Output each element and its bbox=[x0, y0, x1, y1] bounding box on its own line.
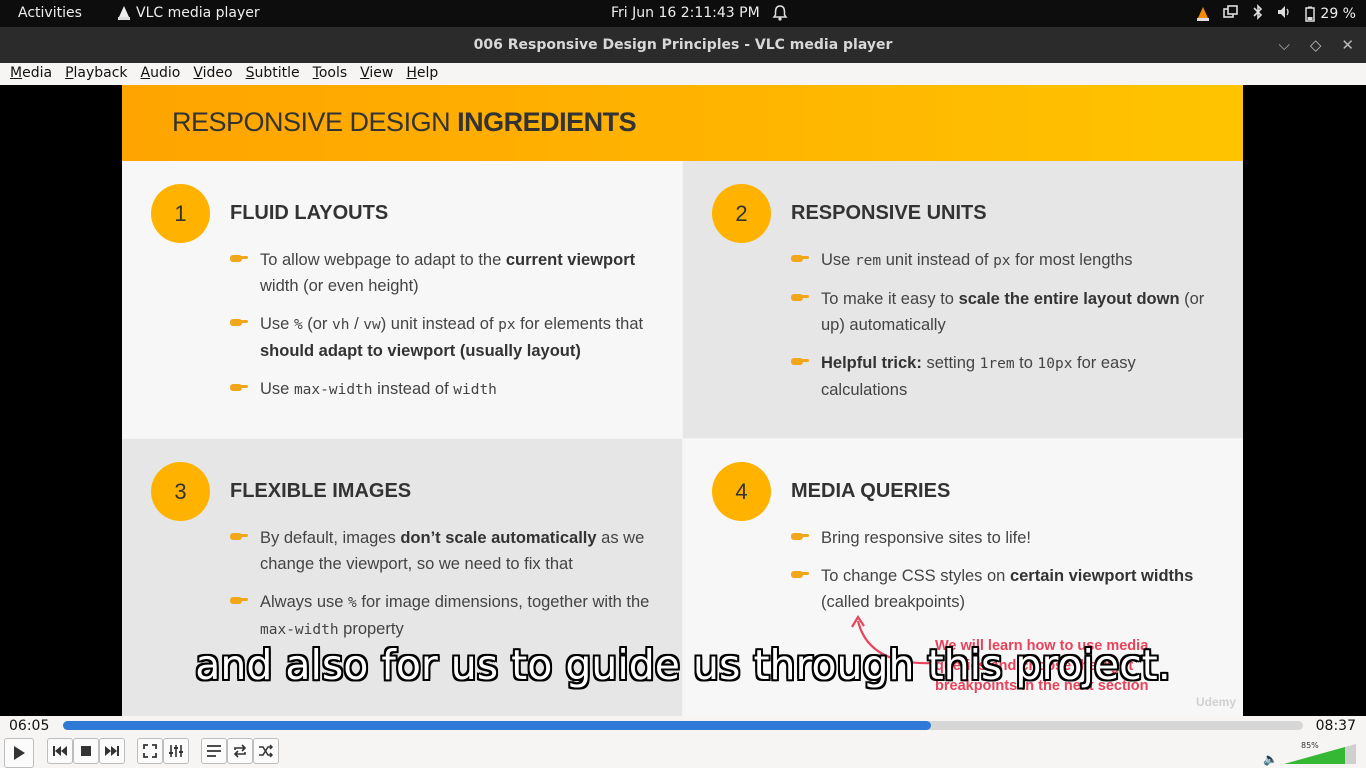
bullet-list: Use rem unit instead of px for most leng… bbox=[791, 247, 1211, 415]
network-icon bbox=[1223, 5, 1239, 23]
slide-header: RESPONSIVE DESIGN INGREDIENTS bbox=[122, 85, 1243, 161]
pointing-hand-icon bbox=[230, 253, 248, 263]
window-title-bar[interactable]: 006 Responsive Design Principles - VLC m… bbox=[0, 27, 1366, 63]
volume-slider[interactable]: 85% bbox=[1266, 740, 1356, 766]
minimize-icon[interactable]: ⌵ bbox=[1279, 36, 1290, 54]
previous-button[interactable] bbox=[47, 738, 73, 764]
list-item: Helpful trick: setting 1rem to 10px for … bbox=[791, 350, 1211, 403]
previous-icon bbox=[53, 746, 67, 756]
quadrant-title: RESPONSIVE UNITS bbox=[791, 202, 987, 224]
quadrant-fluid-layouts: 1 FLUID LAYOUTS To allow webpage to adap… bbox=[122, 161, 682, 438]
pointing-hand-icon bbox=[230, 317, 248, 327]
pointing-hand-icon bbox=[791, 531, 809, 541]
pointing-hand-icon bbox=[230, 382, 248, 392]
bullet-list: Bring responsive sites to life! To chang… bbox=[791, 525, 1211, 627]
pointing-hand-icon bbox=[230, 531, 248, 541]
list-item: Bring responsive sites to life! bbox=[791, 525, 1211, 551]
subtitle-text: and also for us to guide us through this… bbox=[195, 641, 1171, 689]
bullet-list: By default, images don’t scale automatic… bbox=[230, 525, 650, 655]
seek-bar[interactable] bbox=[63, 721, 1303, 730]
video-area[interactable]: RESPONSIVE DESIGN INGREDIENTS 1 FLUID LA… bbox=[0, 85, 1366, 716]
maximize-icon[interactable]: ◇ bbox=[1310, 36, 1322, 54]
menu-view[interactable]: View bbox=[360, 63, 393, 85]
menu-help[interactable]: Help bbox=[406, 63, 438, 85]
shuffle-icon bbox=[259, 744, 274, 758]
quadrant-title: FLUID LAYOUTS bbox=[230, 202, 389, 224]
stop-button[interactable] bbox=[73, 738, 99, 764]
menu-playback[interactable]: Playback bbox=[65, 63, 127, 85]
activities-button[interactable]: Activities bbox=[18, 5, 82, 21]
slide: RESPONSIVE DESIGN INGREDIENTS 1 FLUID LA… bbox=[122, 85, 1243, 716]
equalizer-icon bbox=[169, 745, 183, 757]
system-tray[interactable]: 29 % bbox=[1197, 4, 1356, 24]
loop-icon bbox=[233, 744, 247, 758]
shuffle-button[interactable] bbox=[253, 738, 279, 764]
app-menu-label: VLC media player bbox=[136, 5, 260, 21]
list-item: Always use % for image dimensions, toget… bbox=[230, 589, 650, 643]
pointing-hand-icon bbox=[791, 253, 809, 263]
vlc-cone-icon bbox=[118, 6, 130, 20]
menu-tools[interactable]: Tools bbox=[313, 63, 348, 85]
step-number: 4 bbox=[712, 462, 771, 521]
playlist-icon bbox=[207, 745, 221, 757]
elapsed-time[interactable]: 06:05 bbox=[9, 718, 49, 734]
menu-audio[interactable]: Audio bbox=[141, 63, 181, 85]
alarm-bell-icon bbox=[772, 4, 788, 26]
bullet-list: To allow webpage to adapt to the current… bbox=[230, 247, 650, 415]
loop-button[interactable] bbox=[227, 738, 253, 764]
list-item: Use rem unit instead of px for most leng… bbox=[791, 247, 1211, 274]
step-number: 1 bbox=[151, 184, 210, 243]
app-menu[interactable]: VLC media player bbox=[118, 5, 260, 21]
play-button[interactable] bbox=[4, 738, 34, 768]
step-number: 3 bbox=[151, 462, 210, 521]
bluetooth-icon bbox=[1253, 4, 1263, 24]
fullscreen-button[interactable] bbox=[137, 738, 163, 764]
battery-icon bbox=[1305, 6, 1316, 22]
list-item: By default, images don’t scale automatic… bbox=[230, 525, 650, 577]
menu-bar: Media Playback Audio Video Subtitle Tool… bbox=[0, 63, 1366, 85]
menu-subtitle[interactable]: Subtitle bbox=[246, 63, 300, 85]
playback-controls: 06:05 08:37 🔈 85% bbox=[0, 716, 1366, 768]
menu-video[interactable]: Video bbox=[193, 63, 232, 85]
next-icon bbox=[105, 746, 119, 756]
play-icon bbox=[14, 746, 25, 760]
pointing-hand-icon bbox=[230, 595, 248, 605]
list-item: To change CSS styles on certain viewport… bbox=[791, 563, 1211, 615]
volume-percent: 85% bbox=[1301, 741, 1319, 750]
battery-indicator: 29 % bbox=[1305, 6, 1356, 22]
list-item: Use max-width instead of width bbox=[230, 376, 650, 403]
pointing-hand-icon bbox=[791, 292, 809, 302]
fullscreen-icon bbox=[143, 744, 157, 758]
system-top-bar: Activities VLC media player Fri Jun 16 2… bbox=[0, 0, 1366, 27]
quadrant-title: MEDIA QUERIES bbox=[791, 480, 951, 502]
list-item: To make it easy to scale the entire layo… bbox=[791, 286, 1211, 338]
playlist-button[interactable] bbox=[201, 738, 227, 764]
battery-percent: 29 % bbox=[1320, 6, 1356, 22]
stop-icon bbox=[81, 746, 91, 756]
watermark: Udemy bbox=[1196, 695, 1237, 709]
quadrant-title: FLEXIBLE IMAGES bbox=[230, 480, 412, 502]
pointing-hand-icon bbox=[791, 569, 809, 579]
next-button[interactable] bbox=[99, 738, 125, 764]
clock[interactable]: Fri Jun 16 2:11:43 PM bbox=[611, 5, 760, 21]
menu-media[interactable]: Media bbox=[10, 63, 52, 85]
seek-bar-fill bbox=[63, 721, 931, 730]
vlc-tray-icon[interactable] bbox=[1197, 7, 1210, 21]
list-item: To allow webpage to adapt to the current… bbox=[230, 247, 650, 299]
quadrant-responsive-units: 2 RESPONSIVE UNITS Use rem unit instead … bbox=[683, 161, 1243, 438]
close-icon[interactable]: ✕ bbox=[1341, 36, 1354, 54]
extended-settings-button[interactable] bbox=[163, 738, 189, 764]
pointing-hand-icon bbox=[791, 356, 809, 366]
volume-icon bbox=[1277, 5, 1291, 23]
slide-heading: RESPONSIVE DESIGN INGREDIENTS bbox=[172, 107, 637, 137]
step-number: 2 bbox=[712, 184, 771, 243]
window-title: 006 Responsive Design Principles - VLC m… bbox=[473, 37, 893, 53]
total-time[interactable]: 08:37 bbox=[1316, 718, 1356, 734]
list-item: Use % (or vh / vw) unit instead of px fo… bbox=[230, 311, 650, 364]
